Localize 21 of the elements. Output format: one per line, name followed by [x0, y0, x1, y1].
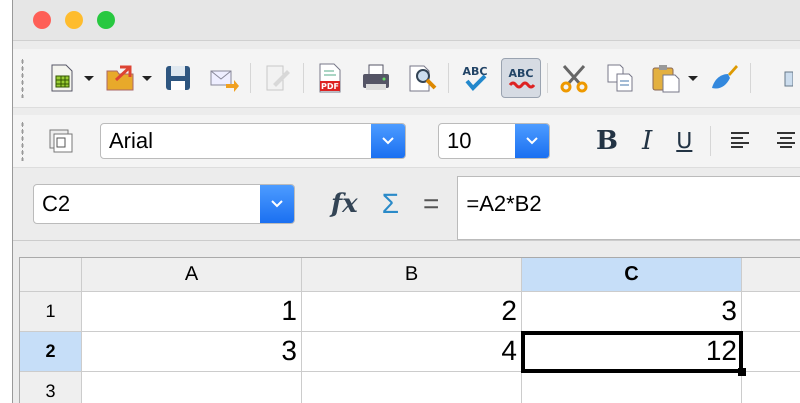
row-header[interactable]: 1	[20, 292, 82, 332]
table-cell[interactable]: 2	[302, 292, 522, 332]
underline-button[interactable]: U	[670, 128, 698, 154]
row-header[interactable]: 2	[20, 332, 82, 372]
font-size-combo[interactable]: 10	[438, 123, 550, 159]
function-wizard-button[interactable]: fx	[325, 189, 364, 219]
table-cell[interactable]: 3	[522, 292, 742, 332]
table-cell[interactable]: 4	[302, 332, 522, 372]
column-header[interactable]: A	[82, 258, 302, 292]
formula-button[interactable]: =	[417, 188, 446, 220]
column-header[interactable]: B	[302, 258, 522, 292]
name-box[interactable]: C2	[33, 184, 295, 224]
formula-input[interactable]: =A2*B2	[457, 176, 800, 240]
table-cell[interactable]: 3	[82, 332, 302, 372]
column-header[interactable]: C	[522, 258, 742, 292]
table-cell[interactable]: 1	[82, 292, 302, 332]
row-header[interactable]: 3	[20, 372, 82, 403]
autospell-icon[interactable]: ABC	[501, 58, 541, 98]
italic-button[interactable]: I	[636, 126, 658, 156]
font-name-combo[interactable]: Arial	[100, 123, 406, 159]
bold-button[interactable]: B	[590, 126, 624, 156]
